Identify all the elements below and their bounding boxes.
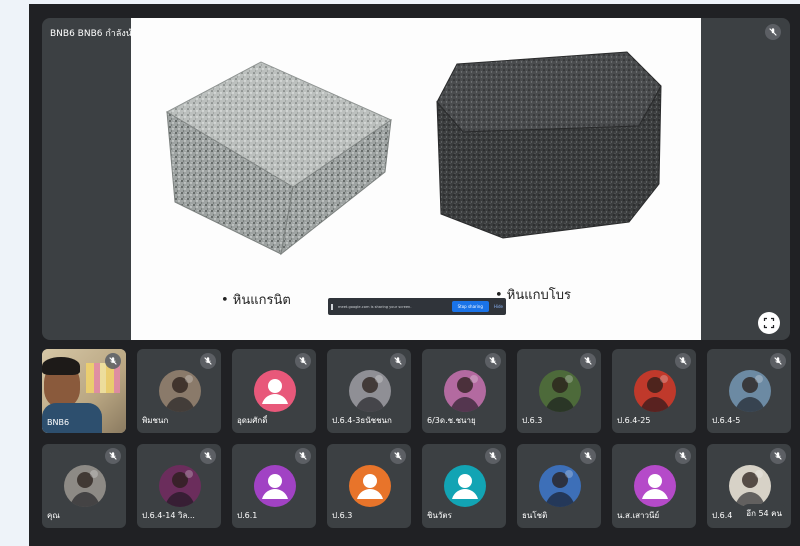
- participant-name: ป.6.4-25: [617, 416, 651, 425]
- share-bar-handle-icon[interactable]: [331, 303, 333, 310]
- mic-off-icon: [485, 353, 501, 369]
- participant-avatar: [159, 370, 201, 412]
- participant-avatar: [159, 465, 201, 507]
- participant-name: ป.6.4-3ธนัชชนก: [332, 416, 392, 425]
- default-avatar-icon: [349, 465, 391, 507]
- default-avatar-icon: [444, 465, 486, 507]
- participant-tile[interactable]: ป.6.3: [327, 444, 411, 528]
- participant-avatar: [444, 370, 486, 412]
- participant-name: ป.6.3: [332, 511, 353, 520]
- fullscreen-button[interactable]: [758, 312, 780, 334]
- participant-name: น.ส.เสาวนีย์: [617, 511, 660, 520]
- mic-off-icon: [675, 448, 691, 464]
- participant-tile[interactable]: อุดมศักดิ์: [232, 349, 316, 433]
- participant-name: ป.6.4: [712, 511, 733, 520]
- default-avatar-icon: [254, 465, 296, 507]
- participant-tile[interactable]: ป.6.4-25: [612, 349, 696, 433]
- participant-name: ป.6.4-14 วิล...: [142, 511, 195, 520]
- participant-tile[interactable]: ธนโชติ: [517, 444, 601, 528]
- participant-tile[interactable]: ป.6.4-3ธนัชชนก: [327, 349, 411, 433]
- shared-slide: • หินแกรนิต • หินแกบโบร meet.google.com …: [131, 18, 701, 340]
- meet-window: BNB6 BNB6 กำลังนำเสนอ • หินแกรนิต • หินแ…: [29, 4, 800, 546]
- participant-tile[interactable]: ป.6.4-14 วิล...: [137, 444, 221, 528]
- participant-tile[interactable]: คุณ: [42, 444, 126, 528]
- granite-label: • หินแกรนิต: [221, 293, 291, 308]
- screen-share-bar: meet.google.com is sharing your screen. …: [328, 298, 506, 315]
- default-avatar-icon: [634, 465, 676, 507]
- participant-name: 6/3ด.ช.ชนายุ: [427, 416, 476, 425]
- default-avatar-icon: [254, 370, 296, 412]
- stop-sharing-button[interactable]: Stop sharing: [451, 301, 489, 312]
- participant-name: ป.6.1: [237, 511, 258, 520]
- mic-off-icon: [200, 353, 216, 369]
- participant-name: อุดมศักดิ์: [237, 416, 268, 425]
- participant-name: ป.6.4-5: [712, 416, 741, 425]
- participant-tile[interactable]: ป.6.4 อีก 54 คน: [707, 444, 791, 528]
- participant-name: BNB6: [47, 418, 70, 427]
- more-participants-chip[interactable]: อีก 54 คน: [741, 504, 787, 523]
- mic-off-icon: [390, 448, 406, 464]
- participant-avatar: [634, 370, 676, 412]
- fullscreen-icon: [763, 317, 775, 329]
- participant-name: ธนโชติ: [522, 511, 548, 520]
- participant-avatar: [349, 370, 391, 412]
- granite-rock-image: [165, 61, 393, 256]
- mic-off-icon: [580, 448, 596, 464]
- gabbro-label: • หินแกบโบร: [495, 288, 571, 303]
- participant-avatar: [729, 465, 771, 507]
- participant-tile[interactable]: ป.6.3: [517, 349, 601, 433]
- participant-avatar: [539, 370, 581, 412]
- mic-off-icon: [200, 448, 216, 464]
- participant-tile[interactable]: ป.6.4-5: [707, 349, 791, 433]
- mic-off-icon: [770, 353, 786, 369]
- mic-off-icon: [770, 448, 786, 464]
- mic-off-icon: [390, 353, 406, 369]
- share-bar-text: meet.google.com is sharing your screen.: [338, 304, 412, 309]
- mic-off-icon: [580, 353, 596, 369]
- participant-avatar: [729, 370, 771, 412]
- participant-tile[interactable]: พิมชนก: [137, 349, 221, 433]
- mic-off-icon: [675, 353, 691, 369]
- mic-off-icon: [485, 448, 501, 464]
- hide-share-bar-button[interactable]: Hide: [494, 304, 503, 309]
- participant-tile[interactable]: 6/3ด.ช.ชนายุ: [422, 349, 506, 433]
- mic-off-icon: [105, 448, 121, 464]
- participant-name: ป.6.3: [522, 416, 543, 425]
- mic-off-icon: [105, 353, 121, 369]
- mic-off-icon: [295, 448, 311, 464]
- participant-name: ชินวัตร: [427, 511, 452, 520]
- participant-tile[interactable]: น.ส.เสาวนีย์: [612, 444, 696, 528]
- participant-name: คุณ: [47, 511, 60, 520]
- mic-off-icon: [295, 353, 311, 369]
- participant-name: พิมชนก: [142, 416, 169, 425]
- presenter-mic-off-icon: [765, 24, 781, 40]
- participant-tile[interactable]: ชินวัตร: [422, 444, 506, 528]
- presentation-stage: BNB6 BNB6 กำลังนำเสนอ • หินแกรนิต • หินแ…: [42, 18, 790, 340]
- participant-avatar: [539, 465, 581, 507]
- gabbro-rock-image: [436, 51, 662, 239]
- participant-tile[interactable]: ป.6.1: [232, 444, 316, 528]
- participant-avatar: [64, 465, 106, 507]
- participant-tile[interactable]: BNB6: [42, 349, 126, 433]
